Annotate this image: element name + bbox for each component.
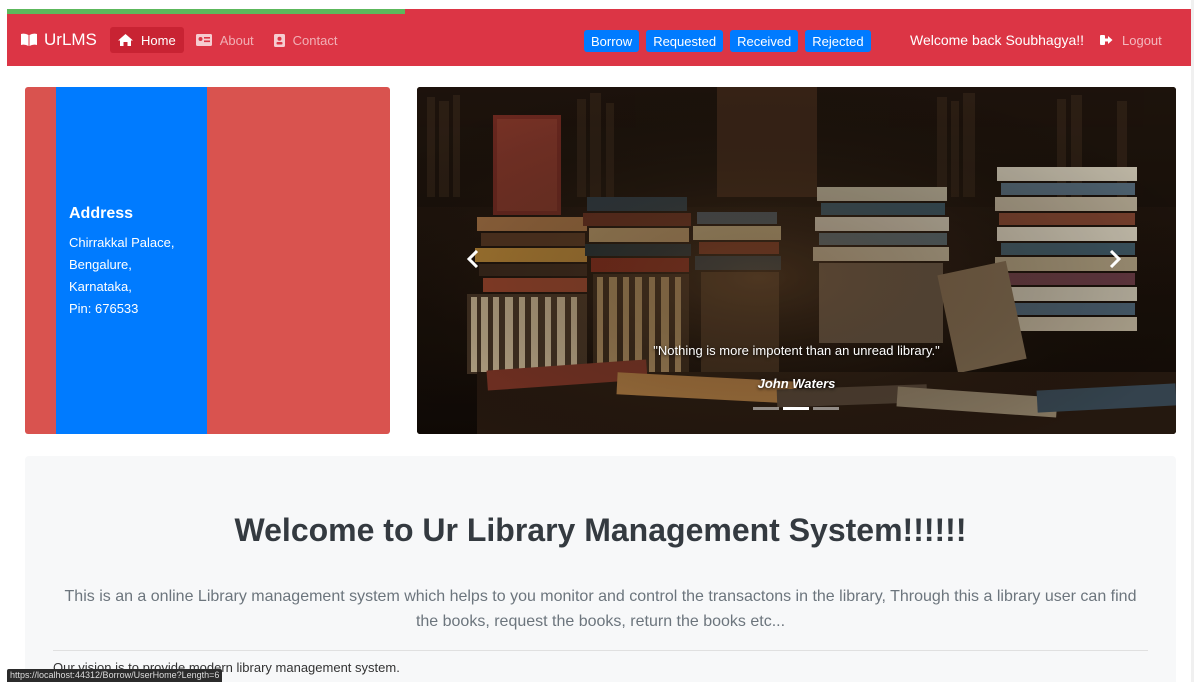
address-panel: Address Chirrakkal Palace, Bengalure, Ka… — [56, 87, 207, 434]
welcome-jumbotron: Welcome to Ur Library Management System!… — [25, 456, 1176, 682]
address-line-1: Chirrakkal Palace, — [69, 235, 175, 250]
logout-link[interactable]: Logout — [1100, 14, 1162, 66]
received-button[interactable]: Received — [730, 30, 799, 52]
brand-label: UrLMS — [44, 30, 97, 49]
carousel-indicator[interactable] — [753, 407, 779, 410]
status-bar-url: https://localhost:44312/Borrow/UserHome?… — [7, 669, 223, 682]
nav-home-label: Home — [141, 32, 176, 48]
top-navbar: UrLMS Home About Contact Borrow Requeste… — [7, 14, 1191, 66]
contact-book-icon — [273, 33, 285, 47]
carousel-quote: "Nothing is more impotent than an unread… — [653, 343, 940, 358]
carousel-author: John Waters — [757, 376, 836, 391]
brand-link[interactable]: UrLMS — [20, 14, 97, 66]
home-icon — [118, 34, 133, 46]
address-line-2: Bengalure, — [69, 257, 132, 272]
nav-home[interactable]: Home — [110, 27, 184, 53]
book-open-icon — [20, 33, 38, 47]
nav-about-label: About — [219, 32, 254, 48]
borrow-button[interactable]: Borrow — [584, 30, 640, 52]
window-frame-left — [0, 0, 7, 682]
welcome-message: Welcome back Soubhagya!! — [910, 32, 1085, 48]
nav-contact-label: Contact — [292, 32, 338, 48]
requested-button[interactable]: Requested — [646, 30, 724, 52]
divider — [53, 650, 1148, 651]
transaction-buttons: Borrow Requested Received Rejected — [584, 30, 878, 52]
nav-about[interactable]: About — [188, 27, 262, 53]
address-card: Address Chirrakkal Palace, Bengalure, Ka… — [25, 87, 390, 434]
rejected-button[interactable]: Rejected — [805, 30, 871, 52]
address-title: Address — [69, 205, 134, 222]
nav-links: Home About Contact — [110, 27, 349, 53]
carousel-indicator[interactable] — [813, 407, 839, 410]
nav-contact[interactable]: Contact — [266, 27, 346, 53]
lead-paragraph: This is an a online Library management s… — [64, 588, 1137, 630]
quote-carousel[interactable]: "Nothing is more impotent than an unread… — [417, 87, 1176, 434]
address-line-3: Karnataka, — [69, 279, 132, 294]
address-line-4: Pin: 676533 — [69, 301, 139, 316]
logout-label: Logout — [1122, 32, 1162, 48]
page-title: Welcome to Ur Library Management System!… — [234, 512, 967, 548]
sign-out-icon — [1100, 34, 1113, 46]
carousel-indicators — [753, 407, 843, 410]
carousel-indicator[interactable] — [783, 407, 809, 410]
id-card-icon — [195, 34, 212, 46]
